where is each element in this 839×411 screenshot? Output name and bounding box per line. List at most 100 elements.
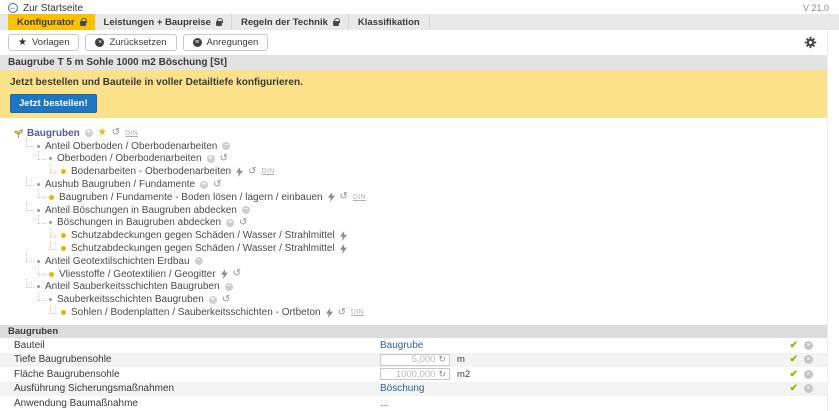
lightning-icon[interactable] [340,231,347,241]
tree-node-schutzabdeckungen-gegen-sch-den-wasser-strahlmittel[interactable]: Schutzabdeckungen gegen Schäden / Wasser… [8,242,827,255]
lightning-icon[interactable] [328,192,335,202]
check-icon: ✔ [790,369,798,380]
node-bullet-icon [49,157,52,160]
property-label: Bauteil [14,340,380,351]
plus-icon[interactable]: + [226,219,234,227]
history-icon[interactable]: ↺ [248,167,256,177]
feedback-icon: ≡ [193,38,202,47]
property-label: Tiefe Baugrubensohle [14,354,380,365]
gear-icon[interactable] [804,36,817,49]
input-value: 5,000 [412,354,436,365]
tree-node-anteil-sauberkeitsschichten-baugruben[interactable]: Anteil Sauberkeitsschichten Baugruben− [8,281,827,294]
order-banner: Jetzt bestellen und Bauteile in voller D… [0,70,827,118]
din-badge[interactable]: DIN [353,194,366,201]
remove-icon[interactable]: × [804,370,813,379]
property-value-link[interactable]: Böschung [380,383,424,394]
tab-label: Leistungen + Baupreise [104,17,211,28]
tree-node-schutzabdeckungen-gegen-sch-den-wasser-strahlmittel[interactable]: Schutzabdeckungen gegen Schäden / Wasser… [8,229,827,242]
tree-node-baugruben[interactable]: Baugruben+★↺DIN [8,127,827,140]
tree-node-aushub-baugruben-fundamente[interactable]: Aushub Baugruben / Fundamente+↺ [8,178,827,191]
lightning-icon[interactable] [326,308,333,318]
leaf-bullet-icon [61,246,66,251]
tree-node-b-schungen-in-baugruben-abdecken[interactable]: Böschungen in Baugruben abdecken+↺ [8,217,827,230]
tree-node-label: Anteil Oberboden / Oberbodenarbeiten [45,141,217,152]
remove-icon[interactable]: × [804,341,813,350]
tab-konfigurator[interactable]: Konfigurator [8,14,95,30]
minus-icon[interactable]: − [225,283,233,291]
back-label: Zur Startseite [23,3,83,14]
tree-node-baugruben-fundamente-boden-l-sen-lagern-einbauen[interactable]: Baugruben / Fundamente - Boden lösen / l… [8,191,827,204]
tree-connector [38,215,46,224]
history-icon[interactable]: ↺ [220,154,228,164]
property-value-ellipsis[interactable]: ... [380,398,388,409]
leaf-bullet-icon [61,310,66,315]
lightning-icon[interactable] [340,244,347,254]
tree-node-vliesstoffe-geotextilien-geogitter[interactable]: Vliesstoffe / Geotextilien / Geogitter↺ [8,268,827,281]
tree-connector [26,138,34,147]
row-status: ✔× [790,383,813,394]
anregungen-button[interactable]: ≡ Anregungen [183,34,269,51]
star-icon[interactable]: ★ [98,128,107,138]
tab-regeln-der-technik[interactable]: Regeln der Technik [232,14,349,30]
tree-node-label: Schutzabdeckungen gegen Schäden / Wasser… [71,243,335,254]
plus-icon[interactable]: + [200,181,208,189]
din-badge[interactable]: DIN [125,130,138,137]
tree-connector [50,241,58,250]
history-icon[interactable]: ↺ [222,295,230,305]
remove-icon[interactable]: × [804,355,813,364]
tab-klassifikation[interactable]: Klassifikation [349,14,430,30]
star-icon: ★ [18,37,27,48]
tree-node-label: Anteil Sauberkeitsschichten Baugruben [45,281,220,292]
tree-connector [38,292,46,301]
tree-node-bodenarbeiten-oberbodenarbeiten[interactable]: Bodenarbeiten - Oberbodenarbeiten ↺ DIN [8,165,827,178]
leaf-bullet-icon [61,169,66,174]
minus-icon[interactable]: − [222,142,230,150]
minus-icon[interactable]: − [195,257,203,265]
history-icon[interactable]: ↺ [112,128,120,138]
minus-icon[interactable]: − [242,206,250,214]
zuruecksetzen-button[interactable]: × Zurücksetzen [85,34,176,51]
toolbar: ★ Vorlagen × Zurücksetzen ≡ Anregungen [0,30,827,55]
back-to-start-link[interactable]: ← Zur Startseite [8,3,83,14]
plus-icon[interactable]: + [85,129,93,137]
order-now-button[interactable]: Jetzt bestellen! [10,94,97,113]
plus-icon[interactable]: + [207,155,215,163]
table-row-fl-che-baugrubensohle: Fläche Baugrubensohle1000,000↻m2✔× [0,367,827,382]
tree-node-anteil-oberboden-oberbodenarbeiten[interactable]: Anteil Oberboden / Oberbodenarbeiten− [8,140,827,153]
row-status: ✔× [790,340,813,351]
tree-node-sohlen-bodenplatten-sauberkeitsschichten-ortbeton[interactable]: Sohlen / Bodenplatten / Sauberkeitsschic… [8,306,827,319]
history-icon[interactable]: ↺ [239,218,247,228]
history-icon[interactable]: ↺ [340,192,348,202]
tree-node-anteil-b-schungen-in-baugruben-abdecken[interactable]: Anteil Böschungen in Baugruben abdecken− [8,204,827,217]
lightning-icon[interactable] [236,167,243,177]
recalculate-icon[interactable]: ↻ [438,370,446,379]
din-badge[interactable]: DIN [351,309,364,316]
lightning-icon[interactable] [221,269,228,279]
tree-node-sauberkeitsschichten-baugruben[interactable]: Sauberkeitsschichten Baugruben+↺ [8,293,827,306]
tree-connector [26,279,34,288]
tree-connector [38,266,46,275]
history-icon[interactable]: ↺ [338,308,346,318]
tab-leistungen-baupreise[interactable]: Leistungen + Baupreise [95,14,232,30]
tree-connector [38,151,46,160]
recalculate-icon[interactable]: ↻ [438,355,446,364]
history-icon[interactable]: ↺ [213,180,221,190]
din-badge[interactable]: DIN [262,168,275,175]
node-bullet-icon [49,221,52,224]
tree-node-anteil-geotextilschichten-erdbau[interactable]: Anteil Geotextilschichten Erdbau− [8,255,827,268]
tree-connector [26,177,34,186]
tree-node-label: Bodenarbeiten - Oberbodenarbeiten [71,166,231,177]
property-value-input[interactable]: 1000,000↻ [380,368,450,380]
tree-connector [50,228,58,237]
tree-node-oberboden-oberbodenarbeiten[interactable]: Oberboden / Oberbodenarbeiten+↺ [8,153,827,166]
remove-icon[interactable]: × [804,384,813,393]
property-value-link[interactable]: Baugrube [380,340,423,351]
plus-icon[interactable]: + [209,296,217,304]
tree-node-label: Anteil Geotextilschichten Erdbau [45,256,190,267]
tab-label: Regeln der Technik [241,17,328,28]
node-bullet-icon [37,285,40,288]
property-value-input[interactable]: 5,000↻ [380,354,450,366]
history-icon[interactable]: ↺ [233,269,241,279]
leaf-bullet-icon [61,233,66,238]
vorlagen-button[interactable]: ★ Vorlagen [8,34,79,51]
